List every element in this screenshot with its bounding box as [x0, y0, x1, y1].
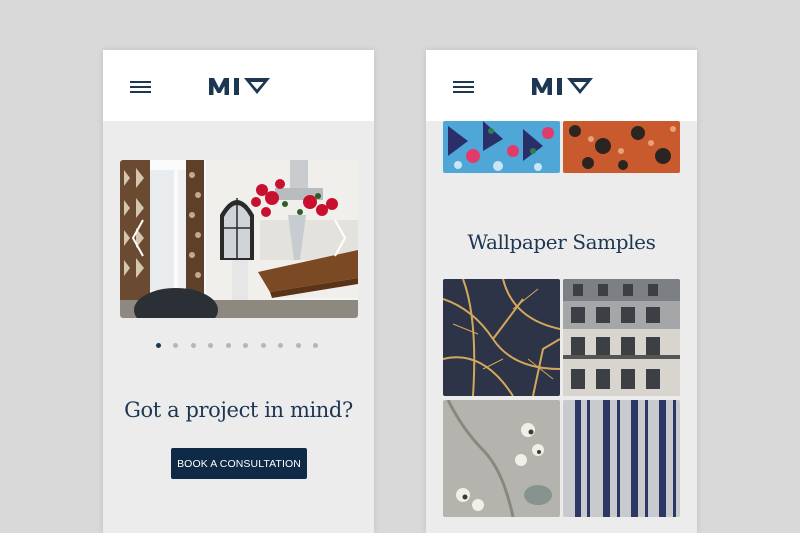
carousel-pagination — [156, 343, 326, 351]
wallpaper-sample-tile[interactable] — [563, 400, 680, 517]
miv-logo[interactable] — [209, 76, 271, 96]
chevron-right-icon[interactable] — [332, 218, 348, 258]
butterfly-fabric-image — [443, 121, 560, 173]
striped-wallpaper-image — [563, 400, 680, 517]
hamburger-menu-icon[interactable] — [453, 81, 474, 93]
pagination-dot[interactable] — [208, 343, 213, 348]
miv-logo[interactable] — [532, 76, 594, 96]
pagination-dot[interactable] — [296, 343, 301, 348]
floral-branch-wallpaper-image — [443, 400, 560, 517]
top-bar — [103, 50, 374, 121]
pagination-dot[interactable] — [278, 343, 283, 348]
phone-screen-home: Got a project in mind? BOOK A CONSULTATI… — [103, 50, 374, 533]
fabric-sample-tile[interactable] — [443, 121, 560, 173]
pagination-dot[interactable] — [173, 343, 178, 348]
wallpaper-sample-tile[interactable] — [443, 400, 560, 517]
section-title: Wallpaper Samples — [467, 230, 656, 254]
top-bar — [426, 50, 697, 121]
pagination-dot[interactable] — [226, 343, 231, 348]
image-carousel[interactable] — [120, 160, 358, 318]
fabric-sample-tile[interactable] — [563, 121, 680, 173]
chevron-left-icon[interactable] — [130, 218, 146, 258]
gold-branches-wallpaper-image — [443, 279, 560, 396]
pagination-dot[interactable] — [191, 343, 196, 348]
phone-screen-samples: Wallpaper Samples — [426, 50, 697, 533]
carousel-slide-image — [120, 160, 358, 318]
cta-heading: Got a project in mind? — [124, 398, 353, 422]
pagination-dot[interactable] — [156, 343, 161, 348]
book-consultation-button[interactable]: BOOK A CONSULTATION — [171, 448, 307, 479]
pagination-dot[interactable] — [313, 343, 318, 348]
wallpaper-sample-tile[interactable] — [563, 279, 680, 396]
wallpaper-sample-tile[interactable] — [443, 279, 560, 396]
pagination-dot[interactable] — [243, 343, 248, 348]
townhouse-wallpaper-image — [563, 279, 680, 396]
pagination-dot[interactable] — [261, 343, 266, 348]
orange-pattern-image — [563, 121, 680, 173]
hamburger-menu-icon[interactable] — [130, 81, 151, 93]
